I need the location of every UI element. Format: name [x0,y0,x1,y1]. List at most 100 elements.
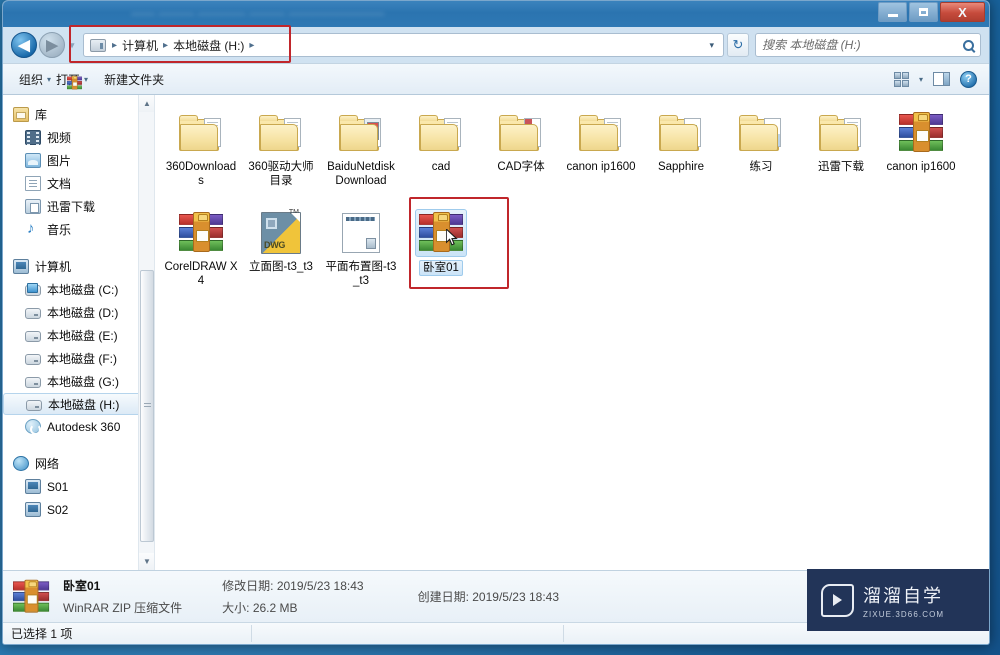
history-dropdown-icon[interactable]: ▾ [65,32,79,58]
breadcrumb-separator: ▸ [163,39,169,51]
scrollbar-thumb[interactable] [140,270,154,542]
address-bar[interactable]: ▸ 计算机 ▸ 本地磁盘 (H:) ▸ ▾ [83,33,724,57]
chevron-down-icon[interactable]: ▾ [919,75,923,84]
sidebar-group-computer[interactable]: 计算机 [3,255,154,278]
sidebar-item-videos[interactable]: 视频 [3,126,154,149]
folder-icon [415,109,467,157]
breadcrumb-computer[interactable]: 计算机 [119,37,161,54]
sidebar-item-s01[interactable]: S01 [3,475,154,498]
file-item[interactable]: canon ip1600 [881,105,961,205]
file-name: Sapphire [657,161,705,173]
pictures-icon [25,153,41,168]
sidebar-scrollbar[interactable]: ▲ ▼ [138,95,154,570]
new-folder-button[interactable]: 新建文件夹 [96,68,172,91]
file-item[interactable]: 迅雷下载 [801,105,881,205]
status-text: 已选择 1 项 [11,627,73,641]
file-name: 立面图-t3_t3 [249,261,313,273]
file-item[interactable]: 360Downloads [161,105,241,205]
watermark-logo: 溜溜自学 ZIXUE.3D66.COM [807,569,989,631]
forward-button[interactable]: ▶ [39,32,65,58]
window-body: 库 视频 图片 文档 迅雷下载 音乐 [3,95,989,570]
scroll-up-icon[interactable]: ▲ [139,95,154,112]
sidebar-group-network[interactable]: 网络 [3,452,154,475]
details-size-label: 大小: [222,601,250,615]
refresh-button[interactable]: ↻ [727,33,749,57]
back-button[interactable]: ◀ [11,32,37,58]
sidebar-item-music[interactable]: 音乐 [3,218,154,241]
file-name: 练习 [749,161,773,173]
sidebar-item-documents[interactable]: 文档 [3,172,154,195]
folder-icon [575,109,627,157]
file-item[interactable]: TM DWG 立面图-t3_t3 [241,205,321,305]
address-dropdown-icon[interactable]: ▾ [704,40,719,51]
status-divider [563,625,564,642]
file-item[interactable]: canon ip1600 [561,105,641,205]
sidebar-item-drive-g[interactable]: 本地磁盘 (G:) [3,370,154,393]
file-item[interactable]: 平面布置图-t3_t3 [321,205,401,305]
sidebar-group-libraries[interactable]: 库 [3,103,154,126]
file-item[interactable]: cad [401,105,481,205]
details-modified-value: 2019/5/23 18:43 [276,579,364,593]
drive-icon [25,354,41,365]
sidebar-item-pictures[interactable]: 图片 [3,149,154,172]
file-item[interactable]: CorelDRAW X4 [161,205,241,305]
folder-icon [815,109,867,157]
breadcrumb-separator: ▸ [112,39,118,51]
maximize-button[interactable] [909,2,938,22]
search-input[interactable] [762,38,963,52]
sidebar-label: 本地磁盘 (F:) [47,352,117,366]
watermark-url: ZIXUE.3D66.COM [863,609,945,619]
sidebar-item-s02[interactable]: S02 [3,498,154,521]
sidebar-label: 网络 [35,457,60,471]
file-item[interactable]: 练习 [721,105,801,205]
breadcrumb-drive-h[interactable]: 本地磁盘 (H:) [170,37,247,54]
file-name: BaiduNetdiskDownload [327,161,395,187]
sidebar-item-drive-d[interactable]: 本地磁盘 (D:) [3,301,154,324]
file-item[interactable]: BaiduNetdiskDownload [321,105,401,205]
file-item[interactable]: a Sapphire [641,105,721,205]
details-file-type: WinRAR ZIP 压缩文件 [63,601,183,615]
scroll-down-icon[interactable]: ▼ [139,553,154,570]
download-icon [25,199,41,214]
sidebar-item-drive-c[interactable]: 本地磁盘 (C:) [3,278,154,301]
title-bar: —— ——— ———— ——— ———————— X [3,1,989,27]
chevron-down-icon: ▾ [47,74,52,84]
winrar-archive-icon [415,209,467,257]
sidebar-item-thunder-download[interactable]: 迅雷下载 [3,195,154,218]
folder-icon [735,109,787,157]
search-box[interactable] [755,33,981,57]
sidebar-item-drive-e[interactable]: 本地磁盘 (E:) [3,324,154,347]
file-list-area[interactable]: 360Downloads 360驱动大师目录 BaiduNetdiskDownl… [155,95,989,570]
sidebar-item-autodesk-360[interactable]: Autodesk 360 [3,415,154,438]
sidebar-label: 音乐 [47,223,72,237]
navigation-pane: 库 视频 图片 文档 迅雷下载 音乐 [3,95,155,570]
documents-icon [25,176,41,191]
drive-icon [90,38,106,52]
preview-pane-icon[interactable] [933,72,950,86]
winrar-archive-icon [895,109,947,157]
drive-icon [25,377,41,388]
sidebar-label: 本地磁盘 (C:) [47,283,119,297]
file-item-selected[interactable]: 卧室01 [401,205,481,305]
minimize-button[interactable] [878,2,907,22]
search-icon [963,39,974,51]
details-file-name: 卧室01 [63,579,101,593]
open-button[interactable]: 打开 ▾ [56,68,96,91]
help-icon[interactable]: ? [960,70,977,88]
change-view-icon[interactable] [893,71,909,87]
autodesk-icon [25,419,41,435]
details-created-label: 创建日期: [417,590,469,604]
file-name: cad [431,161,451,173]
sidebar-item-drive-h[interactable]: 本地磁盘 (H:) [3,393,144,415]
sidebar-item-drive-f[interactable]: 本地磁盘 (F:) [3,347,154,370]
computer-icon [13,259,29,274]
file-item[interactable]: 360驱动大师目录 [241,105,321,205]
window-title-blurred: —— ——— ———— ——— ———————— [131,6,385,20]
details-pane: 卧室01 WinRAR ZIP 压缩文件 修改日期: 2019/5/23 18:… [3,569,989,631]
folder-icon: a [655,109,707,157]
organize-button[interactable]: 组织 ▾ [11,68,59,91]
close-button[interactable]: X [940,2,985,22]
sidebar-label: 图片 [47,154,72,168]
file-name: CAD字体 [497,161,545,173]
file-item[interactable]: CAD字体 [481,105,561,205]
